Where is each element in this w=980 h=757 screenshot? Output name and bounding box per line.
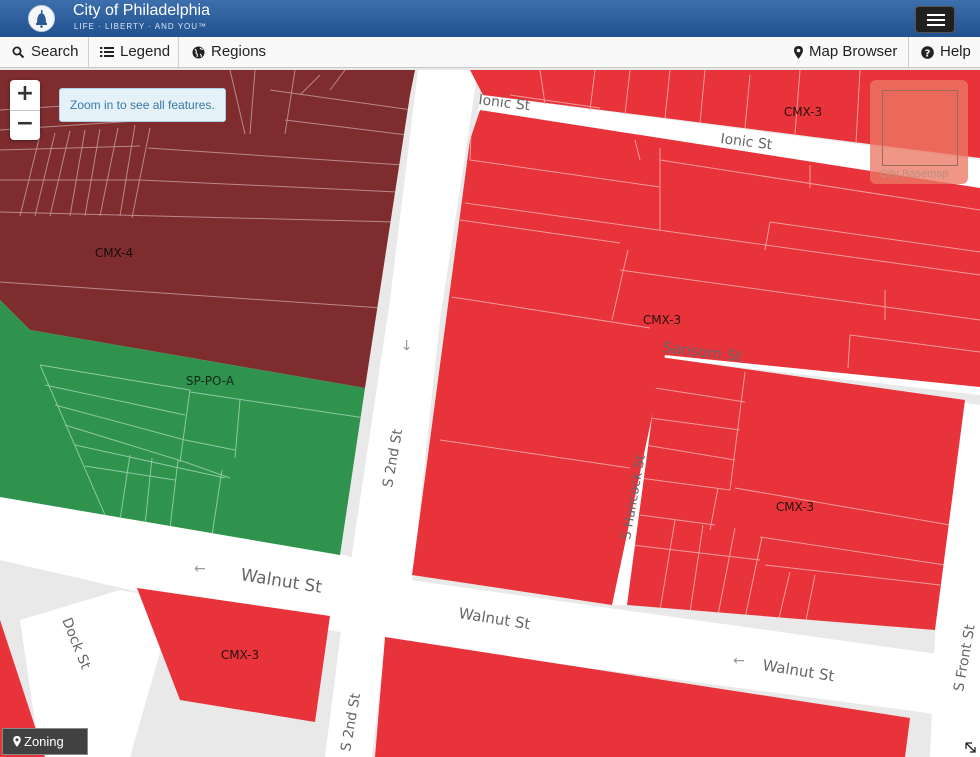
zoning-layer-button[interactable]: Zoning <box>2 728 88 755</box>
map-marker-icon <box>13 736 21 747</box>
hamburger-line <box>927 24 945 26</box>
zoom-message: Zoom in to see all features. <box>59 88 226 122</box>
toolbar-divider <box>908 37 909 67</box>
hamburger-menu-button[interactable] <box>915 6 955 33</box>
liberty-bell-icon[interactable] <box>28 5 55 32</box>
app-tagline: LIFE · LIBERTY · AND YOU™ <box>74 22 208 31</box>
toolbar-divider <box>178 37 179 67</box>
oneway-arrow-walnut-east: ← <box>733 653 745 669</box>
zoom-in-button[interactable]: + <box>10 80 40 111</box>
zone-label-cmx3-southwest: CMX-3 <box>221 648 259 662</box>
zone-cmx3-southeast[interactable] <box>627 357 965 630</box>
regions-button[interactable]: Regions <box>192 37 266 67</box>
map-browser-label: Map Browser <box>809 43 898 60</box>
zone-label-cmx4: CMX-4 <box>95 246 133 260</box>
svg-text:?: ? <box>925 48 931 59</box>
zone-label-cmx3-center: CMX-3 <box>643 313 681 327</box>
question-icon: ? <box>921 45 934 59</box>
oneway-arrow-walnut-west: ← <box>194 561 206 577</box>
help-label: Help <box>940 43 971 60</box>
toolbar: Search Legend Regions Map Browser ? Help <box>0 37 980 68</box>
app-title[interactable]: City of Philadelphia <box>73 2 210 20</box>
zoom-out-button[interactable]: − <box>10 110 40 140</box>
zone-label-sppoa: SP-PO-A <box>186 374 235 388</box>
legend-button[interactable]: Legend <box>100 37 170 67</box>
help-button[interactable]: ? Help <box>921 37 971 67</box>
map-browser-button[interactable]: Map Browser <box>794 37 897 67</box>
search-button[interactable]: Search <box>12 37 79 67</box>
zoom-control: + − <box>10 80 40 140</box>
basemap-label: City Basemap <box>880 168 949 180</box>
hamburger-menu-icon <box>927 14 945 16</box>
map-marker-icon <box>794 45 803 59</box>
globe-icon <box>192 46 205 59</box>
basemap-thumbnail <box>882 90 958 166</box>
zone-label-cmx3-north: CMX-3 <box>784 105 822 119</box>
list-icon <box>100 47 114 58</box>
resize-corner-icon[interactable] <box>964 741 977 754</box>
regions-label: Regions <box>211 43 267 60</box>
basemap-toggle[interactable]: City Basemap <box>870 80 968 184</box>
oneway-arrow-s2nd: ← <box>399 339 415 351</box>
zoning-label: Zoning <box>24 734 64 749</box>
hamburger-line <box>927 19 945 21</box>
legend-label: Legend <box>120 43 171 60</box>
app-header: City of Philadelphia LIFE · LIBERTY · AN… <box>0 0 980 37</box>
map-canvas[interactable]: CMX-4 SP-PO-A CMX-3 CMX-3 CMX-3 CMX-3 Io… <box>0 68 980 757</box>
zone-label-cmx3-southeast: CMX-3 <box>776 500 814 514</box>
search-icon <box>12 46 25 58</box>
search-label: Search <box>31 43 79 60</box>
toolbar-divider <box>88 37 89 67</box>
map-svg[interactable]: CMX-4 SP-PO-A CMX-3 CMX-3 CMX-3 CMX-3 Io… <box>0 68 980 757</box>
